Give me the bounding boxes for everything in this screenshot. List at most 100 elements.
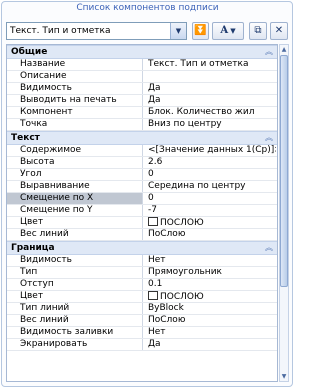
property-value[interactable]: <[Значение данных 1(Ср)]>|<... [148,145,276,156]
collapse-chevron-icon[interactable]: ︽ [265,242,273,253]
property-name: Цвет [7,217,143,228]
property-value[interactable]: 2.6 [148,157,276,168]
double-chevron-down-icon: ⏬ [194,25,207,36]
property-value[interactable]: 0.1 [148,279,276,290]
property-name: Тип линий [7,303,143,314]
collapse-chevron-icon[interactable]: ︽ [265,46,273,57]
property-name: Выводить на печать [7,95,143,106]
property-row[interactable]: Вес линий ПоСлою [7,229,277,241]
property-row[interactable]: Экранировать Да [7,339,277,351]
component-select[interactable]: Текст. Тип и отметка ▼ [6,22,187,40]
property-value[interactable]: Вниз по центру [148,119,276,130]
copy-button[interactable]: ⧉ [249,22,267,40]
property-value[interactable]: Текст. Тип и отметка [148,59,276,70]
property-row[interactable]: Цвет ПОСЛОЮ [7,291,277,303]
section-title: Текст [11,133,40,143]
property-name: Название [7,59,143,70]
property-row[interactable]: Отступ 0.1 [7,279,277,291]
delete-button[interactable]: ✕ [270,22,288,40]
property-value-text: 2.6 [148,157,163,167]
property-row[interactable]: Компонент Блок. Количество жил [7,107,277,119]
property-name: Отступ [7,279,143,290]
scrollbar-thumb[interactable] [280,55,288,287]
font-dropdown-button[interactable]: A ▼ [212,22,244,40]
property-row[interactable]: Выводить на печать Да [7,95,277,107]
property-value-text: Нет [148,255,166,265]
property-value[interactable] [148,71,276,82]
property-row[interactable]: Смещение по Y -7 [7,205,277,217]
property-name: Точка [7,119,143,130]
property-value-text: Да [148,95,161,105]
property-value[interactable]: ByBlock [148,303,276,314]
property-value-text: Прямоугольник [148,267,222,277]
chevron-down-icon[interactable]: ▼ [170,23,186,39]
property-name: Вес линий [7,229,143,240]
property-value-text: Вниз по центру [148,119,222,129]
scroll-down-icon[interactable]: ▼ [280,372,288,381]
property-row[interactable]: Точка Вниз по центру [7,119,277,131]
section-header[interactable]: Текст ︽ [7,131,277,145]
property-grid: Общие ︽ Название Текст. Тип и отметка Описан… [6,44,278,382]
property-row[interactable]: Цвет ПОСЛОЮ [7,217,277,229]
property-name: Описание [7,71,143,82]
copy-icon: ⧉ [254,25,262,36]
property-row[interactable]: Видимость заливки Нет [7,327,277,339]
property-value-text: ByBlock [148,303,184,313]
panel-title: Список компонентов подписи [76,3,219,13]
property-row[interactable]: Высота 2.6 [7,157,277,169]
property-value-text: Середина по центру [148,181,246,191]
property-value[interactable]: 0 [148,193,276,204]
expand-down-button[interactable]: ⏬ [192,22,209,40]
property-value[interactable]: Да [148,339,276,350]
property-value-text: Да [148,83,161,93]
property-value[interactable]: Да [148,83,276,94]
section-header[interactable]: Граница ︽ [7,241,277,255]
toolbar: Текст. Тип и отметка ▼ ⏬ A ▼ ⧉ ✕ [6,22,290,42]
property-value[interactable]: ПоСлою [148,315,276,326]
property-value[interactable]: Нет [148,327,276,338]
property-value-text: Да [148,339,161,349]
property-value[interactable]: Блок. Количество жил [148,107,276,118]
property-row[interactable]: Выравнивание Середина по центру [7,181,277,193]
property-value[interactable]: Да [148,95,276,106]
property-value[interactable]: 0 [148,169,276,180]
property-row[interactable]: Угол 0 [7,169,277,181]
property-name: Видимость заливки [7,327,143,338]
property-row[interactable]: Название Текст. Тип и отметка [7,59,277,71]
property-row[interactable]: Тип Прямоугольник [7,267,277,279]
property-name: Содержимое [7,145,143,156]
property-name: Смещение по X [7,193,143,204]
scroll-up-icon[interactable]: ▲ [280,45,288,54]
property-value[interactable]: ПОСЛОЮ [148,291,276,302]
property-row[interactable]: Описание [7,71,277,83]
property-value[interactable]: Нет [148,255,276,266]
property-row[interactable]: Содержимое <[Значение данных 1(Ср)]>|<... [7,145,277,157]
property-name: Компонент [7,107,143,118]
property-value-text: ПоСлою [148,315,186,325]
color-swatch-icon [148,291,158,300]
property-value[interactable]: -7 [148,205,276,216]
property-name: Выравнивание [7,181,143,192]
property-value[interactable]: ПОСЛОЮ [148,217,276,228]
section-header[interactable]: Общие ︽ [7,45,277,59]
property-value[interactable]: Середина по центру [148,181,276,192]
property-value-text: ПоСлою [148,229,186,239]
property-name: Угол [7,169,143,180]
chevron-down-icon: ▼ [228,27,236,35]
property-name: Цвет [7,291,143,302]
property-value-text: Блок. Количество жил [148,107,255,117]
property-row[interactable]: Видимость Да [7,83,277,95]
property-row[interactable]: Тип линий ByBlock [7,303,277,315]
property-name: Вес линий [7,315,143,326]
property-value-text: -7 [148,205,157,215]
property-value-text: 0.1 [148,279,163,289]
property-value-text: Текст. Тип и отметка [148,59,249,69]
vertical-scrollbar[interactable]: ▲ ▼ [279,44,289,382]
collapse-chevron-icon[interactable]: ︽ [265,132,273,143]
color-swatch-icon [148,217,158,226]
property-value[interactable]: ПоСлою [148,229,276,240]
property-value[interactable]: Прямоугольник [148,267,276,278]
property-row[interactable]: Видимость Нет [7,255,277,267]
property-row[interactable]: Вес линий ПоСлою [7,315,277,327]
property-row[interactable]: Смещение по X 0 [7,193,277,205]
